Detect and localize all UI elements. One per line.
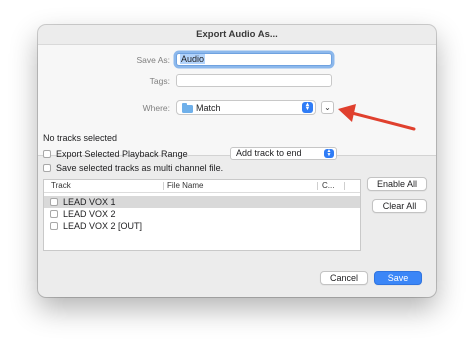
- expand-button[interactable]: ⌄: [321, 101, 334, 114]
- track-name: LEAD VOX 2 [OUT]: [63, 221, 143, 231]
- export-range-checkbox[interactable]: [43, 150, 51, 158]
- stepper-down-glyph: ▼: [326, 151, 332, 158]
- add-track-value: Add track to end: [236, 148, 302, 158]
- column-divider: [344, 182, 345, 190]
- table-row[interactable]: LEAD VOX 2 [OUT]: [44, 220, 360, 232]
- export-range-label: Export Selected Playback Range: [56, 149, 188, 159]
- stepper-icon: ▲ ▼: [302, 102, 313, 113]
- save-as-label: Save As:: [136, 55, 170, 65]
- column-header-file-name[interactable]: File Name: [167, 181, 203, 191]
- where-value: Match: [196, 103, 221, 113]
- tags-field[interactable]: [176, 74, 332, 87]
- tags-label: Tags:: [149, 76, 170, 86]
- save-as-value: Audio: [180, 54, 206, 64]
- export-audio-dialog: Export Audio As... Save As: Audio Tags: …: [38, 25, 436, 297]
- stepper-down-glyph: ▼: [304, 106, 311, 112]
- column-divider: [163, 182, 164, 190]
- table-header: Track File Name C...: [44, 180, 360, 193]
- where-label: Where:: [142, 103, 170, 113]
- enable-all-button[interactable]: Enable All: [367, 177, 427, 191]
- folder-icon: [182, 103, 193, 113]
- cancel-button[interactable]: Cancel: [320, 271, 368, 285]
- where-popup[interactable]: Match ▲ ▼: [176, 100, 316, 115]
- chevron-down-icon: ⌄: [324, 103, 331, 112]
- row-checkbox[interactable]: [50, 198, 58, 206]
- track-name: LEAD VOX 1: [63, 197, 116, 207]
- table-row[interactable]: LEAD VOX 2: [44, 208, 360, 220]
- save-button[interactable]: Save: [374, 271, 422, 285]
- multichannel-label: Save selected tracks as multi channel fi…: [56, 163, 224, 173]
- track-table: Track File Name C... LEAD VOX 1 LEAD VOX…: [43, 179, 361, 251]
- table-row[interactable]: LEAD VOX 1: [44, 196, 360, 208]
- clear-all-button[interactable]: Clear All: [372, 199, 427, 213]
- row-checkbox[interactable]: [50, 222, 58, 230]
- add-track-stepper-icon: ▲ ▼: [324, 149, 334, 158]
- save-as-field[interactable]: Audio: [176, 53, 332, 66]
- multichannel-checkbox[interactable]: [43, 164, 51, 172]
- track-name: LEAD VOX 2: [63, 209, 116, 219]
- column-header-channel[interactable]: C...: [322, 181, 334, 191]
- column-header-track[interactable]: Track: [51, 181, 71, 191]
- row-checkbox[interactable]: [50, 210, 58, 218]
- dialog-title: Export Audio As...: [196, 29, 278, 40]
- add-track-popup[interactable]: Add track to end ▲ ▼: [230, 147, 337, 160]
- track-status-text: No tracks selected: [43, 133, 118, 143]
- column-divider: [317, 182, 318, 190]
